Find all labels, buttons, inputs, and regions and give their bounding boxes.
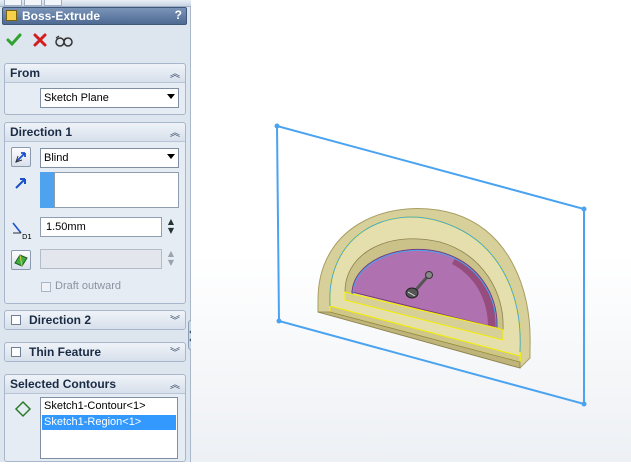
property-manager: Boss-Extrude ? From ︽ Sketch Plane Direc… <box>0 0 191 462</box>
direction2-group: Direction 2 ︾ <box>4 310 186 330</box>
thin-feature-checkbox[interactable] <box>11 347 21 357</box>
selected-contours-group-header[interactable]: Selected Contours ︽ <box>5 375 185 394</box>
extruded-body[interactable] <box>317 208 531 369</box>
depth-icon: D1 <box>12 222 32 241</box>
cancel-button[interactable] <box>30 32 50 52</box>
direction1-group-header[interactable]: Direction 1 ︽ <box>5 123 185 142</box>
reverse-direction-button[interactable] <box>11 147 31 167</box>
from-group-header[interactable]: From ︽ <box>5 64 185 83</box>
direction-of-extrusion-icon <box>15 178 26 189</box>
direction-selection-color-swatch <box>40 172 54 208</box>
feature-title: Boss-Extrude <box>22 9 101 23</box>
dropdown-arrow-icon <box>167 154 175 159</box>
expand-chevron-icon[interactable]: ︾ <box>170 344 180 359</box>
thin-feature-group-title: Thin Feature <box>29 345 102 359</box>
thin-feature-group-header[interactable]: Thin Feature ︾ <box>5 343 185 361</box>
action-buttons <box>4 32 124 52</box>
collapse-chevron-icon[interactable]: ︽ <box>170 65 180 80</box>
model-view <box>274 123 587 407</box>
property-manager-tab[interactable] <box>24 0 42 6</box>
boss-extrude-icon <box>6 10 17 21</box>
from-group-title: From <box>10 66 40 80</box>
direction-selection-box[interactable] <box>54 172 179 208</box>
property-manager-title-bar: Boss-Extrude ? <box>2 7 187 25</box>
direction2-checkbox[interactable] <box>11 315 21 325</box>
ok-button[interactable] <box>4 32 24 52</box>
direction1-group-title: Direction 1 <box>10 125 73 139</box>
direction2-group-title: Direction 2 <box>29 313 92 327</box>
draft-outward-label: Draft outward <box>55 280 122 292</box>
green-check-icon <box>6 33 22 47</box>
red-x-icon <box>33 33 47 47</box>
draft-icon <box>14 254 28 267</box>
draft-angle-input[interactable] <box>40 249 162 269</box>
configuration-manager-tab[interactable] <box>44 0 62 6</box>
collapse-chevron-icon[interactable]: ︽ <box>170 124 180 139</box>
thin-feature-group: Thin Feature ︾ <box>4 342 186 362</box>
from-group: From ︽ Sketch Plane <box>4 63 186 115</box>
draft-angle-spinner[interactable]: ▲ ▼ <box>166 249 176 269</box>
depth-spinner[interactable]: ▲ ▼ <box>166 217 176 237</box>
end-condition-select[interactable]: Blind <box>40 148 179 168</box>
direction2-group-header[interactable]: Direction 2 ︾ <box>5 311 185 329</box>
dropdown-arrow-icon <box>167 94 175 99</box>
reverse-direction-icon <box>15 152 26 163</box>
start-condition-value: Sketch Plane <box>44 92 109 104</box>
list-item[interactable]: Sketch1-Contour<1> <box>42 399 176 414</box>
draft-outward-checkbox[interactable] <box>41 282 51 292</box>
contour-selection-icon <box>14 400 32 418</box>
start-condition-select[interactable]: Sketch Plane <box>40 88 179 108</box>
detailed-preview-button[interactable] <box>54 33 74 53</box>
selected-contours-group-title: Selected Contours <box>10 377 117 391</box>
svg-text:D1: D1 <box>22 233 32 241</box>
selected-contours-list[interactable]: Sketch1-Contour<1> Sketch1-Region<1> <box>40 397 178 459</box>
graphics-area[interactable] <box>191 0 631 462</box>
depth-input[interactable]: 1.50mm <box>40 217 162 237</box>
detailed-preview-icon <box>55 35 73 47</box>
list-item[interactable]: Sketch1-Region<1> <box>42 415 176 430</box>
expand-chevron-icon[interactable]: ︾ <box>170 312 180 327</box>
depth-value: 1.50mm <box>46 221 86 233</box>
end-condition-value: Blind <box>44 152 69 164</box>
collapse-chevron-icon[interactable]: ︽ <box>170 376 180 391</box>
selected-contours-group: Selected Contours ︽ Sketch1-Contour<1> S… <box>4 374 186 462</box>
help-button[interactable]: ? <box>175 8 182 22</box>
manager-tab-strip <box>0 0 191 7</box>
draft-toggle-button[interactable] <box>11 250 31 270</box>
feature-manager-tab[interactable] <box>4 0 22 6</box>
direction1-group: Direction 1 ︽ Blind D1 1.50mm ▲ ▼ ▲ ▼ Dr… <box>4 122 186 304</box>
